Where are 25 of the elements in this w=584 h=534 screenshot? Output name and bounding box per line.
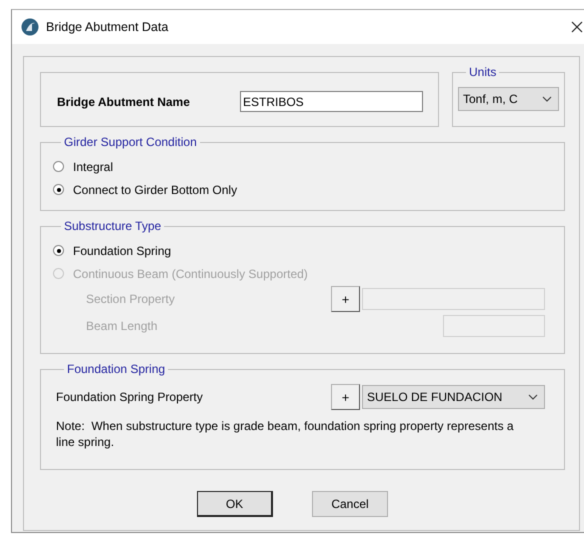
app-logo-icon [21, 18, 39, 36]
spring-property-dropdown[interactable]: SUELO DE FUNDACION [362, 385, 545, 409]
radio-button[interactable]: Connect to Girder Bottom Only [53, 178, 238, 201]
close-icon[interactable] [571, 21, 583, 33]
field-label: Section Property [85, 292, 176, 306]
window-title: Bridge Abutment Data [46, 20, 168, 34]
units-dropdown[interactable]: Tonf, m, C [458, 87, 559, 111]
beam-length-field[interactable] [443, 314, 545, 336]
group-title: Foundation Spring [66, 362, 166, 376]
chevron-down-icon [542, 96, 552, 102]
radio-button[interactable]: Foundation Spring [53, 239, 172, 262]
chevron-down-icon [528, 394, 538, 400]
add-button[interactable]: + [331, 384, 360, 410]
radio-button[interactable]: Integral [53, 155, 114, 178]
group-title: Substructure Type [63, 219, 162, 233]
cancel-button[interactable]: Cancel [312, 491, 388, 517]
group-title: Girder Support Condition [63, 135, 198, 149]
group-title: Units [468, 65, 498, 79]
field-label: Foundation Spring Property [56, 390, 204, 404]
field-label: Beam Length [85, 318, 158, 332]
section-property-field[interactable] [362, 288, 545, 310]
name-field[interactable]: ESTRIBOS [240, 91, 423, 112]
note-text: Note: When substructure type is grade beam, foundation spring property represents a line spring. [56, 418, 515, 450]
name-label: Bridge Abutment Name [57, 94, 191, 108]
ok-button[interactable]: OK [197, 491, 273, 517]
